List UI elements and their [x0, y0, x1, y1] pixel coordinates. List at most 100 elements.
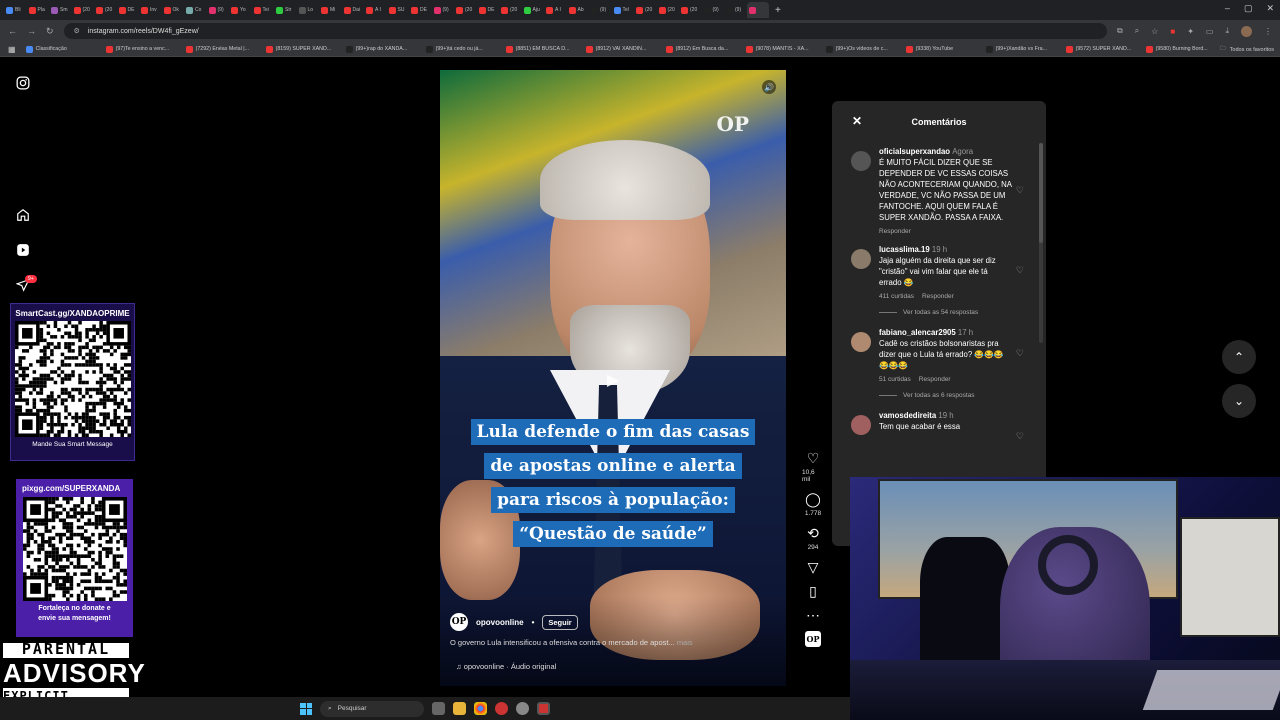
comment-like-icon[interactable]: ♡ — [1016, 431, 1024, 442]
browser-tab[interactable]: DE — [409, 2, 432, 18]
bookmark-item[interactable]: (99+)rap do XANDÃ... — [345, 45, 424, 53]
author-name[interactable]: opovoonline — [476, 618, 524, 627]
comment-like-icon[interactable]: ♡ — [1016, 185, 1024, 196]
browser-tab[interactable]: Inv — [139, 2, 162, 18]
obs-icon[interactable] — [537, 702, 550, 715]
url-field[interactable]: ⚙ instagram.com/reels/DW4fi_gEzew/ — [63, 23, 1107, 39]
browser-tab[interactable]: Tel — [612, 2, 635, 18]
bookmark-item[interactable]: (8159) SUPER XAND... — [265, 45, 344, 53]
reel-video[interactable]: 🔊 OP ▶ Lula defende o fim das casas de a… — [440, 70, 786, 686]
maximize-icon[interactable]: ▢ — [1244, 3, 1253, 14]
commenter-avatar[interactable] — [851, 332, 871, 352]
browser-tab[interactable]: (9) — [432, 2, 455, 18]
instagram-logo-icon[interactable] — [15, 75, 31, 91]
reply-button[interactable]: Responder — [922, 293, 954, 300]
comment-icon[interactable]: ◯ — [805, 491, 821, 507]
browser-tab[interactable]: (20 — [634, 2, 657, 18]
browser-tab[interactable]: (20 — [94, 2, 117, 18]
bookmark-item[interactable]: (8912) VAI XANDIN... — [585, 45, 664, 53]
bookmark-item[interactable]: (97)Te ensino a venc... — [105, 45, 184, 53]
close-icon[interactable]: ✕ — [852, 114, 862, 128]
bookmark-star-icon[interactable]: ☆ — [1151, 27, 1158, 36]
reel-audio[interactable]: ♫ opovoonline · Áudio original — [456, 662, 556, 671]
file-explorer-icon[interactable] — [453, 702, 466, 715]
browser-tab[interactable]: Yo — [229, 2, 252, 18]
comment-username[interactable]: vamosdedireita — [879, 411, 936, 420]
more-action[interactable]: ⋯ — [806, 607, 820, 623]
comment-username[interactable]: lucasslima.19 — [879, 245, 930, 254]
browser-tab[interactable]: (20 — [657, 2, 680, 18]
comment-author[interactable]: vamosdedireita 19 h — [879, 411, 1012, 420]
settings-icon[interactable] — [516, 702, 529, 715]
comment-like-icon[interactable]: ♡ — [1016, 265, 1024, 276]
caption-more-link[interactable]: mais — [677, 638, 693, 647]
browser-tab[interactable]: (9) — [207, 2, 230, 18]
close-window-icon[interactable]: ✕ — [1266, 3, 1274, 14]
comment-author[interactable]: fabiano_alencar2905 17 h — [879, 328, 1012, 337]
bookmark-item[interactable]: (9078) MANTIS - XA... — [745, 45, 824, 53]
author-avatar[interactable]: OP — [450, 613, 468, 631]
zoom-icon[interactable]: ⌕ — [1135, 26, 1139, 36]
browser-tab[interactable]: (9) — [589, 2, 612, 18]
task-view-icon[interactable] — [432, 702, 445, 715]
volume-icon[interactable]: 🔊 — [762, 80, 776, 94]
bookmark-item[interactable]: (9338) YouTube — [905, 45, 984, 53]
next-reel-button[interactable]: ⌄ — [1222, 384, 1256, 418]
repost-action[interactable]: ⟲ 294 — [807, 525, 819, 551]
browser-tab[interactable]: A I — [364, 2, 387, 18]
comment-author[interactable]: lucasslima.19 19 h — [879, 245, 1012, 254]
sidepanel-icon[interactable]: ▭ — [1206, 27, 1214, 36]
new-tab-icon[interactable]: + — [775, 5, 781, 16]
browser-tab[interactable]: Str — [274, 2, 297, 18]
browser-tab[interactable]: Tei — [252, 2, 275, 18]
browser-tab[interactable] — [746, 2, 769, 18]
share-icon[interactable]: ▽ — [808, 559, 819, 575]
view-replies-link[interactable]: Ver todas as 54 respostas — [832, 309, 1046, 316]
download-icon[interactable]: ⤓ — [1225, 26, 1229, 36]
browser-tab[interactable]: DE — [477, 2, 500, 18]
extensions-icon[interactable]: ✦ — [1187, 27, 1194, 36]
browser-tab[interactable]: SU — [387, 2, 410, 18]
app-icon-red[interactable] — [495, 702, 508, 715]
bookmark-item[interactable]: (99+)Xandão vs Fra... — [985, 45, 1064, 53]
browser-tab[interactable]: Mi — [319, 2, 342, 18]
browser-tab[interactable]: DE — [117, 2, 140, 18]
apps-icon[interactable]: ▦ — [8, 45, 16, 54]
reel-caption[interactable]: O governo Lula intensificou a ofensiva c… — [450, 638, 693, 647]
browser-tab[interactable]: (20 — [454, 2, 477, 18]
browser-tab[interactable]: Dai — [342, 2, 365, 18]
reels-icon[interactable] — [15, 242, 31, 258]
browser-tab[interactable]: A I — [544, 2, 567, 18]
reply-button[interactable]: Responder — [919, 376, 951, 383]
browser-tab[interactable]: (20 — [72, 2, 95, 18]
bookmark-item[interactable]: (99+)Os vídeos de c... — [825, 45, 904, 53]
browser-tab[interactable]: Co — [184, 2, 207, 18]
audio-thumb[interactable]: OP — [805, 631, 821, 647]
reply-button[interactable]: Responder — [879, 228, 911, 235]
bookmark-item[interactable]: (9580) Burning Bord... — [1145, 45, 1224, 53]
like-action[interactable]: ♡ 10,6 mil — [802, 450, 824, 483]
browser-tab[interactable]: (9) — [702, 2, 725, 18]
bookmark-item[interactable]: (99+)tá cedo ou já... — [425, 45, 504, 53]
browser-tab[interactable]: Lo — [297, 2, 320, 18]
windows-start-icon[interactable] — [300, 702, 312, 715]
browser-tab[interactable]: Pla — [27, 2, 50, 18]
browser-tab[interactable]: Aju — [522, 2, 545, 18]
bookmark-item[interactable]: Classificação — [25, 45, 104, 53]
bookmark-item[interactable]: (8851) EM BUSCA D... — [505, 45, 584, 53]
browser-tab[interactable]: Sm — [49, 2, 72, 18]
bookmark-icon[interactable]: ▯ — [809, 583, 817, 599]
comment-like-icon[interactable]: ♡ — [1016, 348, 1024, 359]
reload-icon[interactable]: ↻ — [46, 26, 54, 37]
comment-username[interactable]: fabiano_alencar2905 — [879, 328, 956, 337]
site-info-icon[interactable]: ⚙ — [74, 27, 80, 35]
comment-like-count[interactable]: 411 curtidas — [879, 293, 914, 300]
browser-tab[interactable]: (9) — [724, 2, 747, 18]
minimize-icon[interactable]: – — [1225, 3, 1230, 14]
bookmark-item[interactable]: (9572) SUPER XAND... — [1065, 45, 1144, 53]
bookmark-item[interactable]: (7292) Enéas Metal |... — [185, 45, 264, 53]
browser-tab[interactable]: Ok — [162, 2, 185, 18]
more-options-icon[interactable]: ⋯ — [806, 607, 820, 623]
commenter-avatar[interactable] — [851, 151, 871, 171]
forward-icon[interactable]: → — [27, 26, 36, 36]
